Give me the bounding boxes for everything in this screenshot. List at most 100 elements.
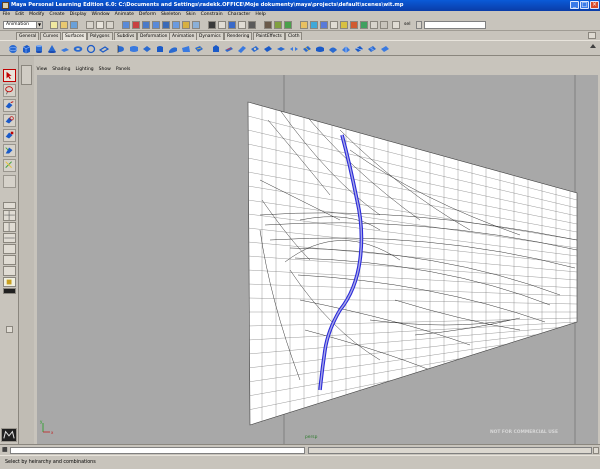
layout-stacked-button[interactable] bbox=[3, 233, 16, 243]
render-frame-icon[interactable] bbox=[300, 21, 308, 29]
close-button[interactable]: × bbox=[590, 1, 599, 9]
menu-character[interactable]: Character bbox=[225, 11, 253, 19]
untrim-icon[interactable] bbox=[263, 44, 273, 54]
open-scene-icon[interactable] bbox=[60, 21, 68, 29]
ipr-render-icon[interactable] bbox=[310, 21, 318, 29]
nurbs-cube-icon[interactable] bbox=[21, 44, 31, 54]
planar-icon[interactable] bbox=[142, 44, 152, 54]
rotate-tool[interactable] bbox=[3, 114, 16, 127]
shelf-scroll-up-icon[interactable] bbox=[589, 42, 597, 50]
tab-curves[interactable]: Curves bbox=[40, 32, 62, 40]
tab-animation[interactable]: Animation bbox=[169, 32, 198, 40]
tab-painteffects[interactable]: PaintEffects bbox=[253, 32, 285, 40]
perspective-viewport[interactable]: x y persp NOT FOR COMMERCIAL USE bbox=[37, 75, 598, 444]
channel-box-icon[interactable] bbox=[350, 21, 358, 29]
menu-constrain[interactable]: Constrain bbox=[198, 11, 225, 19]
insert-isoparm-icon[interactable] bbox=[302, 44, 312, 54]
layout-edit-button[interactable] bbox=[3, 288, 16, 294]
boundary-icon[interactable] bbox=[181, 44, 191, 54]
layout-persp-outliner-button[interactable] bbox=[3, 244, 16, 254]
inputs-icon[interactable] bbox=[274, 21, 282, 29]
snap-curve-icon[interactable] bbox=[218, 21, 226, 29]
panel-menu-panels[interactable]: Panels bbox=[113, 65, 132, 74]
hotbox-toggle[interactable] bbox=[21, 65, 32, 85]
panel-menu-view[interactable]: View bbox=[34, 65, 50, 74]
loft-icon[interactable] bbox=[129, 44, 139, 54]
layout-custom-button[interactable] bbox=[3, 277, 16, 287]
script-editor-button[interactable] bbox=[593, 447, 599, 454]
new-scene-icon[interactable] bbox=[50, 21, 58, 29]
revolve-icon[interactable] bbox=[116, 44, 126, 54]
render-globals-icon[interactable] bbox=[320, 21, 328, 29]
image-plane[interactable] bbox=[247, 101, 578, 426]
menu-window[interactable]: Window bbox=[89, 11, 112, 19]
sculpt-surfaces-icon[interactable] bbox=[328, 44, 338, 54]
birail-icon[interactable] bbox=[168, 44, 178, 54]
mask-handles-icon[interactable] bbox=[122, 21, 130, 29]
panel-menu-shading[interactable]: Shading bbox=[50, 65, 73, 74]
tab-subdivs[interactable]: Subdivs bbox=[114, 32, 138, 40]
quick-selection-field[interactable] bbox=[424, 21, 486, 29]
tessellation-icon[interactable] bbox=[367, 44, 377, 54]
outputs-icon[interactable] bbox=[284, 21, 292, 29]
mask-deformations-icon[interactable] bbox=[162, 21, 170, 29]
mask-curves-icon[interactable] bbox=[142, 21, 150, 29]
menu-help[interactable]: Help bbox=[253, 11, 268, 19]
mask-rendering-icon[interactable] bbox=[182, 21, 190, 29]
attach-surfaces-icon[interactable] bbox=[276, 44, 286, 54]
menu-deform[interactable]: Deform bbox=[136, 11, 158, 19]
select-object-icon[interactable] bbox=[96, 21, 104, 29]
lasso-tool[interactable] bbox=[3, 84, 16, 97]
nurbs-sphere-icon[interactable] bbox=[8, 44, 18, 54]
nurbs-cylinder-icon[interactable] bbox=[34, 44, 44, 54]
panel-menu-show[interactable]: Show bbox=[96, 65, 113, 74]
snap-point-icon[interactable] bbox=[228, 21, 236, 29]
command-input[interactable] bbox=[10, 447, 305, 454]
select-tool[interactable] bbox=[3, 69, 16, 82]
tab-rendering[interactable]: Rendering bbox=[224, 32, 253, 40]
mask-joints-icon[interactable] bbox=[132, 21, 140, 29]
menu-modify[interactable]: Modify bbox=[27, 11, 47, 19]
nurbs-cone-icon[interactable] bbox=[47, 44, 57, 54]
menu-create[interactable]: Create bbox=[47, 11, 67, 19]
rebuild-surface-icon[interactable] bbox=[315, 44, 325, 54]
hypershade-icon[interactable] bbox=[330, 21, 338, 29]
extrude-icon[interactable] bbox=[155, 44, 165, 54]
mask-misc-icon[interactable] bbox=[192, 21, 200, 29]
panel-menu-lighting[interactable]: Lighting bbox=[73, 65, 96, 74]
select-component-icon[interactable] bbox=[106, 21, 114, 29]
layout-hypershade-button[interactable] bbox=[3, 266, 16, 276]
menu-set-dropdown[interactable]: Animation ▼ bbox=[3, 21, 43, 29]
soft-mod-tool[interactable] bbox=[3, 159, 16, 172]
sel-dropdown[interactable] bbox=[416, 21, 422, 29]
detach-surfaces-icon[interactable] bbox=[289, 44, 299, 54]
tab-general[interactable]: General bbox=[16, 32, 40, 40]
save-scene-icon[interactable] bbox=[70, 21, 78, 29]
outliner-icon[interactable] bbox=[380, 21, 388, 29]
maya-logo-button[interactable] bbox=[1, 428, 17, 442]
stitch-edges-icon[interactable] bbox=[341, 44, 351, 54]
snap-view-plane-icon[interactable] bbox=[238, 21, 246, 29]
snap-grid-icon[interactable] bbox=[208, 21, 216, 29]
layout-persp-graph-button[interactable] bbox=[3, 255, 16, 265]
manipulator-tool[interactable] bbox=[3, 144, 16, 157]
layout-side-by-side-button[interactable] bbox=[3, 222, 16, 232]
menu-file[interactable]: File bbox=[0, 11, 13, 19]
menu-display[interactable]: Display bbox=[67, 11, 89, 19]
mask-surfaces-icon[interactable] bbox=[152, 21, 160, 29]
layer-editor-icon[interactable] bbox=[370, 21, 378, 29]
menu-animate[interactable]: Animate bbox=[112, 11, 136, 19]
maximize-button[interactable]: □ bbox=[580, 1, 589, 9]
tab-polygons[interactable]: Polygons bbox=[87, 32, 113, 40]
attribute-editor-icon[interactable] bbox=[340, 21, 348, 29]
nurbs-plane-icon[interactable] bbox=[60, 44, 70, 54]
tab-cloth[interactable]: Cloth bbox=[285, 32, 303, 40]
global-stitch-icon[interactable] bbox=[354, 44, 364, 54]
maya-app-icon[interactable] bbox=[2, 2, 9, 9]
nurbs-circle-icon[interactable] bbox=[86, 44, 96, 54]
tab-dynamics[interactable]: Dynamics bbox=[196, 32, 224, 40]
history-icon[interactable] bbox=[264, 21, 272, 29]
quick-sel-icon[interactable] bbox=[392, 21, 400, 29]
tool-settings-icon[interactable] bbox=[360, 21, 368, 29]
trim-tool-icon[interactable] bbox=[250, 44, 260, 54]
